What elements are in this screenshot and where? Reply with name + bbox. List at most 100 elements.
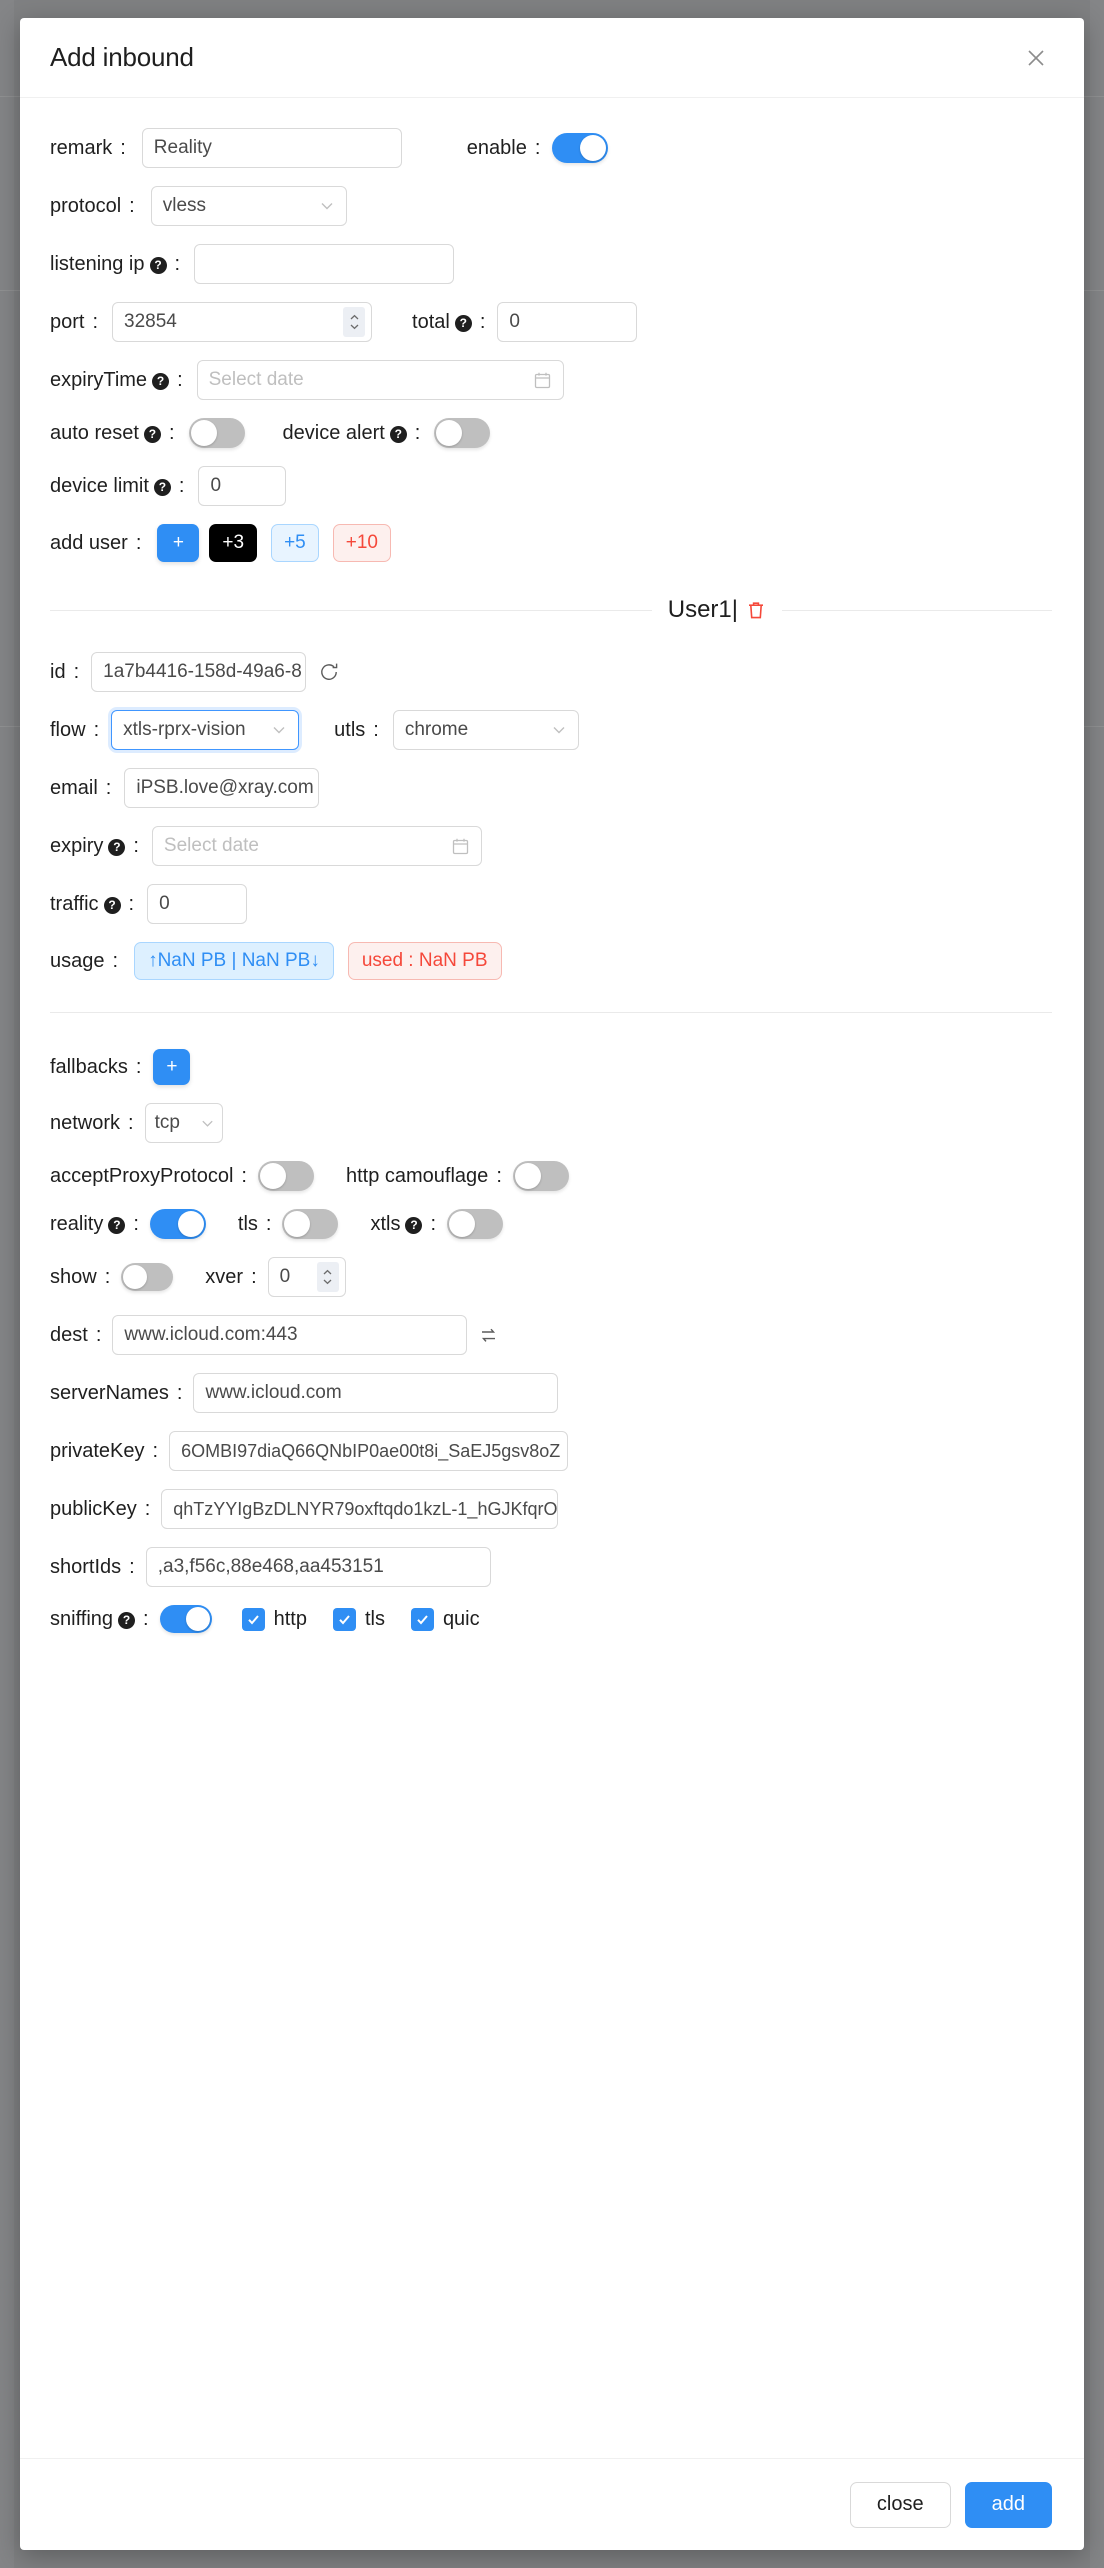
traffic-row: traffic ?: 0	[50, 884, 1052, 924]
protocol-select[interactable]: vless	[150, 186, 347, 226]
listening-ip-row: listening ip ?:	[50, 244, 1052, 284]
expiry-time-row: expiryTime ?: Select date	[50, 360, 1052, 400]
reality-toggle[interactable]	[149, 1209, 206, 1239]
help-icon[interactable]: ?	[149, 256, 167, 274]
show-toggle[interactable]	[121, 1263, 174, 1291]
device-alert-toggle[interactable]	[434, 418, 491, 448]
help-icon[interactable]: ?	[143, 425, 161, 443]
port-input[interactable]: 32854	[112, 302, 373, 342]
accept-proxy-protocol-label: acceptProxyProtocol:	[50, 1164, 247, 1187]
remark-input[interactable]: Reality	[141, 128, 402, 168]
device-limit-input[interactable]: 0	[198, 466, 287, 506]
page-title: Add inbound	[50, 42, 194, 72]
dest-input[interactable]: www.icloud.com:443	[112, 1315, 468, 1355]
swap-icon[interactable]	[479, 1326, 498, 1345]
traffic-input[interactable]: 0	[147, 884, 248, 924]
server-names-row: serverNames: www.icloud.com	[50, 1373, 1052, 1413]
close-button[interactable]: close	[849, 2481, 951, 2528]
private-key-row: privateKey: 6OMBI97diaQ66QNbIP0ae00t8i_S…	[50, 1431, 1052, 1471]
sniffing-option-label: tls	[364, 1607, 385, 1630]
backdrop-block	[0, 0, 14, 2568]
http-camouflage-toggle[interactable]	[512, 1161, 569, 1191]
listening-ip-input[interactable]	[194, 244, 455, 284]
add-user-5-button[interactable]: +5	[271, 524, 319, 562]
protocol-label: protocol:	[50, 194, 135, 217]
flow-row: flow: xtls-rprx-vision utls: chrome	[50, 710, 1052, 750]
show-label: show:	[50, 1265, 111, 1288]
help-icon[interactable]: ?	[108, 1216, 126, 1234]
port-stepper[interactable]	[343, 307, 366, 337]
help-icon[interactable]: ?	[454, 314, 472, 332]
help-icon[interactable]: ?	[389, 425, 407, 443]
sniffing-option-tls[interactable]: tls	[332, 1607, 385, 1631]
help-icon[interactable]: ?	[152, 372, 170, 390]
close-icon[interactable]	[1020, 42, 1052, 74]
device-limit-row: device limit ?: 0	[50, 466, 1052, 506]
sniffing-option-quic[interactable]: quic	[410, 1607, 480, 1631]
add-user-row: add user: + +3 +5 +10	[50, 524, 1052, 562]
user-id-input[interactable]: 1a7b4416-158d-49a6-8	[91, 652, 307, 692]
help-icon[interactable]: ?	[405, 1216, 423, 1234]
xver-stepper-arrows[interactable]	[316, 1262, 339, 1292]
reality-label: reality ?:	[50, 1212, 139, 1235]
user-expiry-input[interactable]: Select date	[151, 826, 482, 866]
modal-body: remark: Reality enable: protocol: vless	[20, 98, 1084, 2458]
help-icon[interactable]: ?	[108, 838, 126, 856]
port-label: port:	[50, 310, 99, 333]
utls-select[interactable]: chrome	[392, 710, 579, 750]
accept-proxy-protocol-toggle[interactable]	[257, 1161, 314, 1191]
user-divider: User1|	[50, 596, 1052, 624]
add-button[interactable]: add	[964, 2481, 1052, 2528]
backdrop-block	[1090, 0, 1104, 2568]
traffic-label: traffic ?:	[50, 892, 135, 915]
reality-row: reality ?: tls: xtls ?:	[50, 1209, 1052, 1239]
checkbox-icon[interactable]	[241, 1607, 265, 1631]
add-user-3-button[interactable]: +3	[209, 524, 258, 562]
auto-reset-toggle[interactable]	[188, 418, 245, 448]
email-field[interactable]: iPSB.love@xray.com	[124, 768, 320, 808]
calendar-icon[interactable]	[533, 371, 552, 390]
private-key-input[interactable]: 6OMBI97diaQ66QNbIP0ae00t8i_SaEJ5gsv8oZ	[169, 1431, 569, 1471]
short-ids-input[interactable]: ,a3,f56c,88e468,aa453151	[145, 1547, 491, 1587]
chevron-down-icon	[319, 198, 335, 214]
total-input[interactable]: 0	[497, 302, 638, 342]
help-icon[interactable]: ?	[103, 896, 121, 914]
checkbox-icon[interactable]	[332, 1607, 356, 1631]
sniffing-toggle[interactable]	[159, 1605, 212, 1633]
public-key-row: publicKey: qhTzYYIgBzDLNYR79oxftqdo1kzL-…	[50, 1489, 1052, 1529]
private-key-label: privateKey:	[50, 1439, 159, 1462]
server-names-input[interactable]: www.icloud.com	[193, 1373, 559, 1413]
add-fallback-button[interactable]: +	[153, 1049, 191, 1085]
network-select[interactable]: tcp	[144, 1103, 223, 1143]
add-user-10-button[interactable]: +10	[332, 524, 391, 562]
email-row: email: iPSB.love@xray.com	[50, 768, 1052, 808]
expiry-time-input[interactable]: Select date	[196, 360, 564, 400]
enable-toggle[interactable]	[552, 133, 609, 163]
tls-toggle[interactable]	[282, 1209, 339, 1239]
public-key-input[interactable]: qhTzYYIgBzDLNYR79oxftqdo1kzL-1_hGJKfqrO	[161, 1489, 559, 1529]
add-user-button[interactable]: +	[157, 524, 200, 562]
tls-label: tls:	[237, 1212, 272, 1235]
user-expiry-label: expiry ?:	[50, 834, 139, 857]
help-icon[interactable]: ?	[153, 478, 171, 496]
refresh-icon[interactable]	[318, 661, 340, 683]
add-user-label: add user:	[50, 531, 142, 554]
short-ids-row: shortIds: ,a3,f56c,88e468,aa453151	[50, 1547, 1052, 1587]
trash-icon[interactable]	[746, 600, 766, 621]
usage-label: usage:	[50, 949, 119, 972]
http-camouflage-label: http camouflage:	[345, 1164, 502, 1187]
network-label: network:	[50, 1111, 134, 1134]
usage-updown-badge: ↑NaN PB | NaN PB↓	[134, 942, 334, 980]
help-icon[interactable]: ?	[118, 1611, 136, 1629]
enable-label: enable:	[466, 136, 541, 159]
short-ids-label: shortIds:	[50, 1555, 135, 1578]
checkbox-icon[interactable]	[410, 1607, 434, 1631]
calendar-icon[interactable]	[451, 837, 470, 856]
sniffing-option-http[interactable]: http	[241, 1607, 307, 1631]
public-key-label: publicKey:	[50, 1497, 151, 1520]
xtls-toggle[interactable]	[447, 1209, 504, 1239]
xver-stepper[interactable]: 0	[267, 1257, 346, 1297]
sniffing-option-label: quic	[442, 1607, 480, 1630]
usage-used-badge: used : NaN PB	[347, 942, 502, 980]
flow-select[interactable]: xtls-rprx-vision	[111, 710, 300, 750]
